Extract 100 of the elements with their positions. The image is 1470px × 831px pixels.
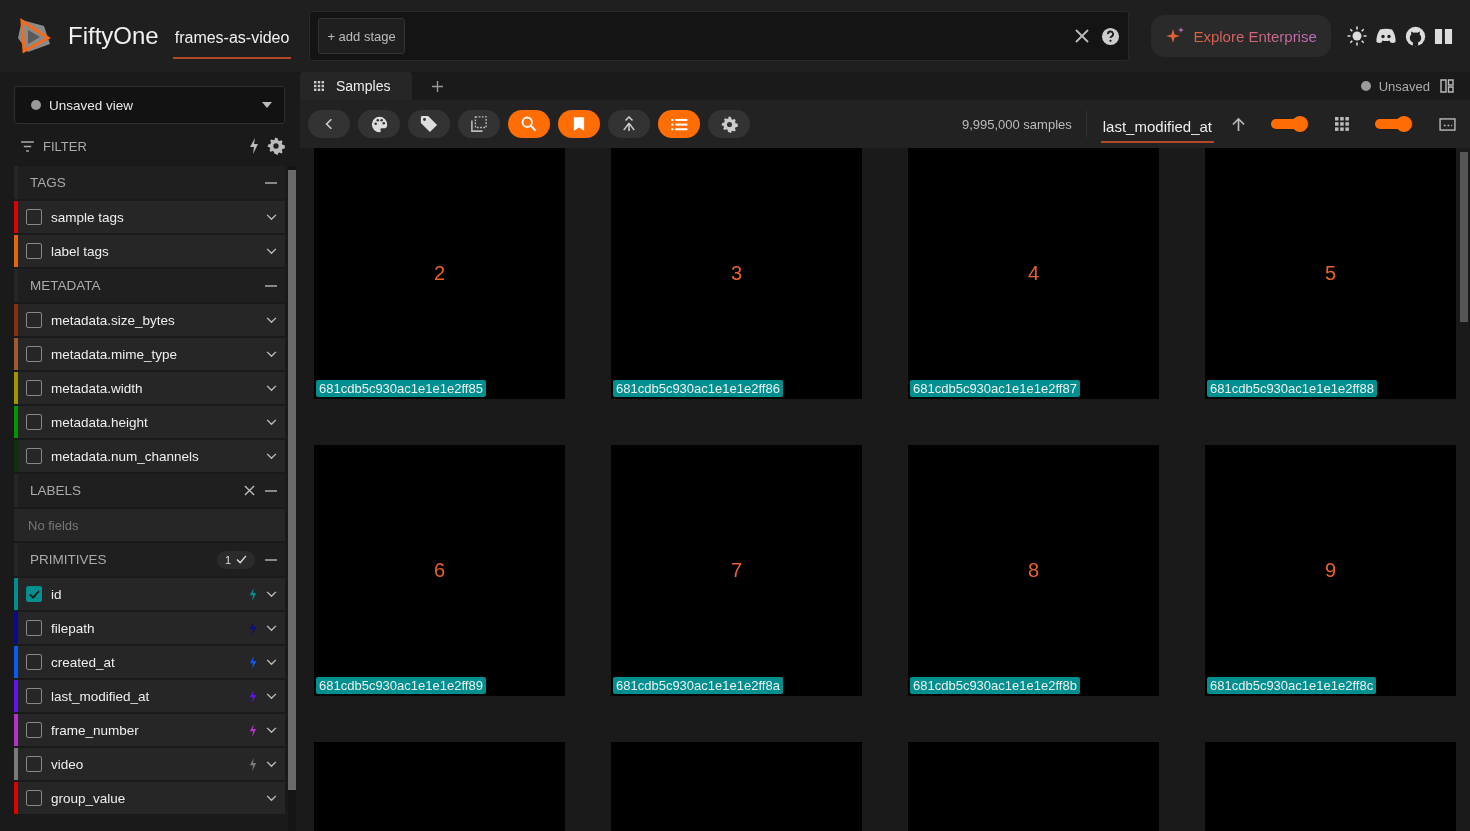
field-row[interactable]: metadata.num_channels [14,440,285,472]
chevron-down-icon[interactable] [266,692,277,700]
checkbox[interactable] [26,586,42,602]
explore-enterprise-button[interactable]: Explore Enterprise [1151,15,1331,57]
chevron-down-icon[interactable] [266,760,277,768]
section-header[interactable]: PRIMITIVES 1 [14,543,285,576]
sample-tile[interactable]: 3 681cdb5c930ac1e1e1e2ff86 [611,148,862,399]
field-row[interactable]: created_at [14,646,285,678]
field-row[interactable]: metadata.width [14,372,285,404]
field-row[interactable]: sample tags [14,201,285,233]
sample-tile[interactable]: 6 681cdb5c930ac1e1e1e2ff89 [314,445,565,696]
chevron-down-icon[interactable] [266,726,277,734]
frame-number: 2 [433,262,446,285]
checkbox[interactable] [26,380,42,396]
dashed-square-icon [471,116,487,132]
field-row[interactable]: last_modified_at [14,680,285,712]
sample-tile[interactable]: 9 681cdb5c930ac1e1e1e2ff8c [1205,445,1456,696]
checkbox[interactable] [26,243,42,259]
view-dropdown[interactable]: Unsaved view [14,86,285,124]
collapse-icon[interactable] [265,558,277,561]
game-controller-icon[interactable] [1374,28,1397,44]
chevron-down-icon[interactable] [266,384,277,392]
chevron-down-icon[interactable] [266,452,277,460]
palette-button[interactable] [358,110,400,138]
checkbox[interactable] [26,209,42,225]
selected-count-badge[interactable]: 1 [216,550,255,569]
collapse-icon[interactable] [265,181,277,184]
cat-icon[interactable] [1404,25,1426,47]
checkbox[interactable] [26,346,42,362]
chevron-down-icon[interactable] [266,247,277,255]
field-row[interactable]: id [14,578,285,610]
scrollbar[interactable] [1460,152,1468,322]
section-header[interactable]: LABELS [14,474,285,507]
clear-icon[interactable] [244,485,255,496]
field-name: id [51,586,62,602]
collapse-icon[interactable] [265,489,277,492]
section-title: METADATA [30,278,101,293]
settings-icon[interactable] [267,137,285,155]
checkbox[interactable] [26,654,42,670]
slider-thumb[interactable] [1291,116,1308,132]
merge-button[interactable] [608,110,650,138]
slider-thumb[interactable] [1395,116,1412,132]
checkbox[interactable] [26,756,42,772]
add-tab-icon[interactable] [432,80,444,92]
chevron-down-icon[interactable] [266,658,277,666]
add-stage-button[interactable]: + add stage [318,18,405,54]
checkbox[interactable] [26,620,42,636]
checkbox[interactable] [26,414,42,430]
tag-button[interactable] [408,110,450,138]
zoom-slider[interactable] [1271,119,1309,129]
palette-icon [370,115,388,133]
field-row[interactable]: frame_number [14,714,285,746]
chevron-down-icon[interactable] [266,590,277,598]
field-row[interactable]: video [14,748,285,780]
collapse-icon[interactable] [265,284,277,287]
section-header[interactable]: METADATA [14,269,285,302]
grid-icon[interactable] [1335,117,1349,131]
section-header[interactable]: TAGS [14,166,285,199]
sun-icon[interactable] [1346,26,1367,46]
checkbox[interactable] [26,688,42,704]
bookmark-button[interactable] [558,110,600,138]
chevron-down-icon[interactable] [266,350,277,358]
sample-tile[interactable]: 2 681cdb5c930ac1e1e1e2ff85 [314,148,565,399]
empty-message: No fields [14,509,285,541]
chevron-down-icon[interactable] [266,624,277,632]
field-row[interactable]: filepath [14,612,285,644]
field-row[interactable]: metadata.size_bytes [14,304,285,336]
close-icon[interactable] [1075,29,1090,43]
lightning-icon[interactable] [249,138,259,154]
caption-icon[interactable] [1439,117,1456,131]
sample-tile[interactable]: 7 681cdb5c930ac1e1e1e2ff8a [611,445,862,696]
samples-tab[interactable]: Samples [300,72,413,100]
checkbox[interactable] [26,722,42,738]
chevron-down-icon[interactable] [266,316,277,324]
dataset-name[interactable]: frames-as-video [172,21,292,59]
zoom-slider[interactable] [1375,119,1413,129]
checkbox[interactable] [26,448,42,464]
checkbox[interactable] [26,312,42,328]
list-button[interactable] [658,110,700,138]
sample-tile[interactable]: 4 681cdb5c930ac1e1e1e2ff87 [908,148,1159,399]
chevron-down-icon[interactable] [266,418,277,426]
layout-icon[interactable] [1440,79,1454,93]
settings-button[interactable] [708,110,750,138]
field-row[interactable]: label tags [14,235,285,267]
field-row[interactable]: metadata.mime_type [14,338,285,370]
chevron-down-icon[interactable] [266,213,277,221]
scrollbar[interactable] [288,170,296,790]
field-row[interactable]: metadata.height [14,406,285,438]
book-icon[interactable] [1433,26,1453,46]
sample-tile[interactable]: 5 681cdb5c930ac1e1e1e2ff88 [1205,148,1456,399]
frame-number: 9 [1324,559,1337,582]
help-icon[interactable] [1101,26,1121,46]
sort-field[interactable]: last_modified_at [1100,111,1214,143]
checkbox[interactable] [26,790,42,806]
search-button[interactable] [508,110,550,138]
arrow-up-icon[interactable] [1232,116,1245,132]
field-row[interactable]: group_value [14,782,285,814]
sample-tile[interactable]: 8 681cdb5c930ac1e1e1e2ff8b [908,445,1159,696]
chevron-down-icon[interactable] [266,794,277,802]
select-button[interactable] [458,110,500,138]
